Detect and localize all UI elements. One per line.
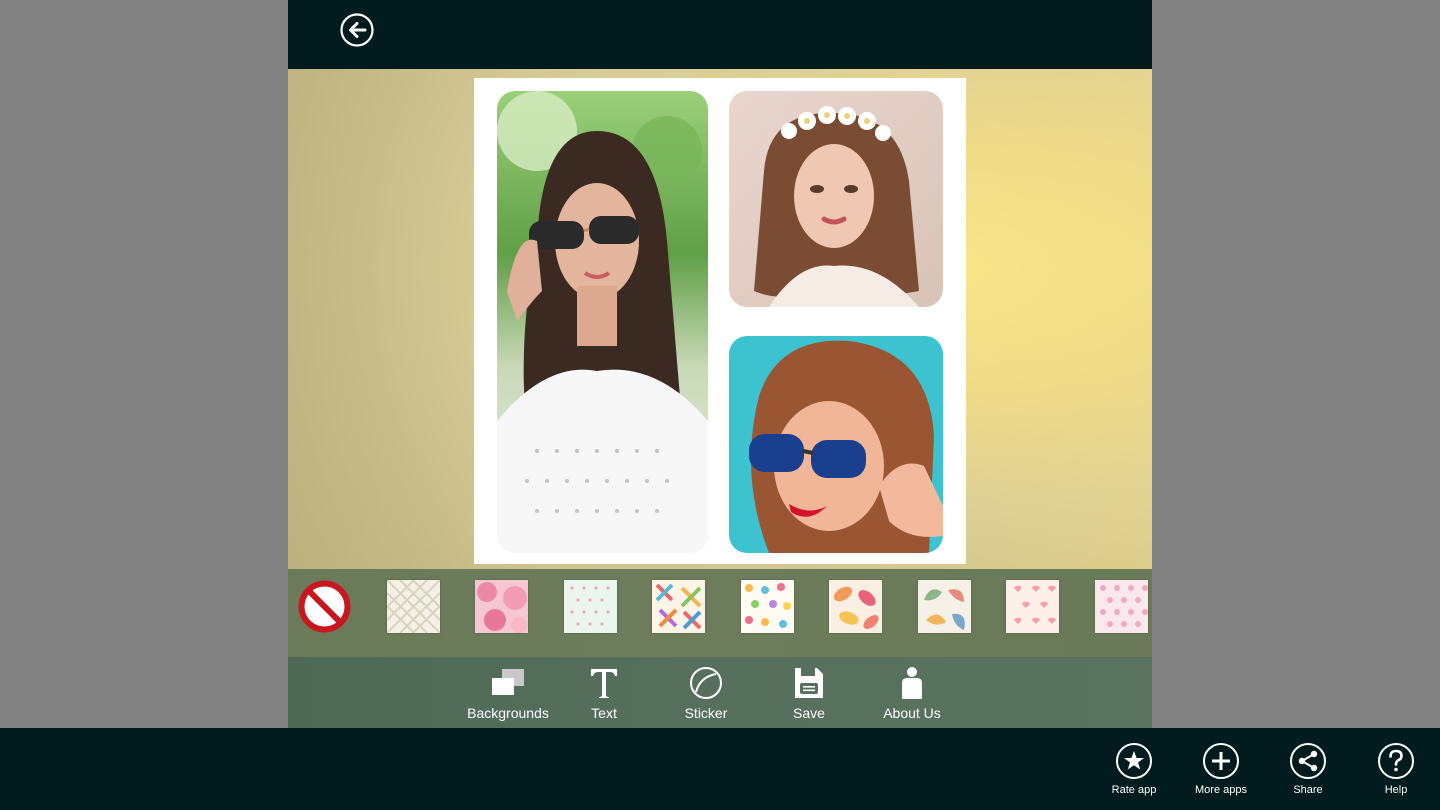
collage-frame[interactable] [474, 78, 966, 564]
no-pattern-button[interactable] [298, 580, 351, 633]
person-icon [902, 667, 922, 699]
backgrounds-button[interactable]: Backgrounds [458, 657, 558, 728]
sticker-icon [690, 667, 722, 699]
sticker-button[interactable]: Sticker [671, 657, 741, 728]
swatch-pink-polka[interactable] [1095, 580, 1148, 633]
backgrounds-label: Backgrounds [467, 705, 549, 721]
help-label: Help [1384, 784, 1408, 796]
rate-app-label: Rate app [1111, 784, 1157, 796]
text-button[interactable]: Text [574, 657, 634, 728]
about-us-label: About Us [883, 705, 941, 721]
text-label: Text [591, 705, 617, 721]
crosses-pattern [652, 580, 705, 633]
mint-dots-pattern [564, 580, 617, 633]
photo-top-right[interactable] [729, 91, 943, 307]
portrait-photo-left [497, 91, 708, 553]
paisley-pattern [918, 580, 971, 633]
swatch-mint-dots[interactable] [564, 580, 617, 633]
text-icon [591, 669, 617, 698]
share-icon [1290, 743, 1326, 779]
save-icon [795, 668, 823, 698]
portrait-photo-bottom-right [729, 336, 943, 553]
top-bar [288, 0, 1152, 69]
plaid-pattern [386, 579, 441, 634]
swatch-autumn-leaves[interactable] [829, 580, 882, 633]
plus-icon [1203, 743, 1239, 779]
hearts-pattern [1006, 580, 1059, 633]
share-label: Share [1293, 784, 1323, 796]
swatch-pink-watercolor[interactable] [475, 580, 528, 633]
more-apps-button[interactable]: More apps [1186, 728, 1256, 810]
layers-icon [492, 669, 524, 695]
photo-bottom-right[interactable] [729, 336, 943, 553]
arrow-left-circle-icon [340, 13, 374, 47]
help-button[interactable]: Help [1361, 728, 1431, 810]
bottom-toolbar: Backgrounds Text Sticker Save About Us [288, 657, 1152, 728]
swatch-colorful-crosses[interactable] [652, 580, 705, 633]
save-label: Save [793, 705, 825, 721]
more-apps-label: More apps [1195, 784, 1247, 796]
app-bar: Rate app More apps Share Help [0, 728, 1440, 810]
back-button[interactable] [340, 13, 374, 47]
leaves-pattern [829, 580, 882, 633]
app-window: Backgrounds Text Sticker Save About Us [288, 0, 1152, 728]
star-icon [1116, 743, 1152, 779]
swatch-paisley[interactable] [918, 580, 971, 633]
sticker-label: Sticker [684, 705, 728, 721]
no-entry-icon [298, 580, 351, 633]
swatch-hearts[interactable] [1006, 580, 1059, 633]
watercolor-pattern [475, 580, 528, 633]
share-button[interactable]: Share [1273, 728, 1343, 810]
photo-left[interactable] [497, 91, 708, 553]
rate-app-button[interactable]: Rate app [1099, 728, 1169, 810]
pattern-strip [288, 569, 1152, 657]
polka-pattern [1095, 580, 1148, 633]
editor-canvas [288, 69, 1152, 569]
save-button[interactable]: Save [779, 657, 839, 728]
swatch-confetti-dots[interactable] [741, 580, 794, 633]
about-us-button[interactable]: About Us [872, 657, 952, 728]
swatch-plaid-beige[interactable] [386, 579, 441, 634]
help-icon [1378, 743, 1414, 779]
confetti-pattern [741, 580, 794, 633]
portrait-photo-top-right [729, 91, 943, 307]
